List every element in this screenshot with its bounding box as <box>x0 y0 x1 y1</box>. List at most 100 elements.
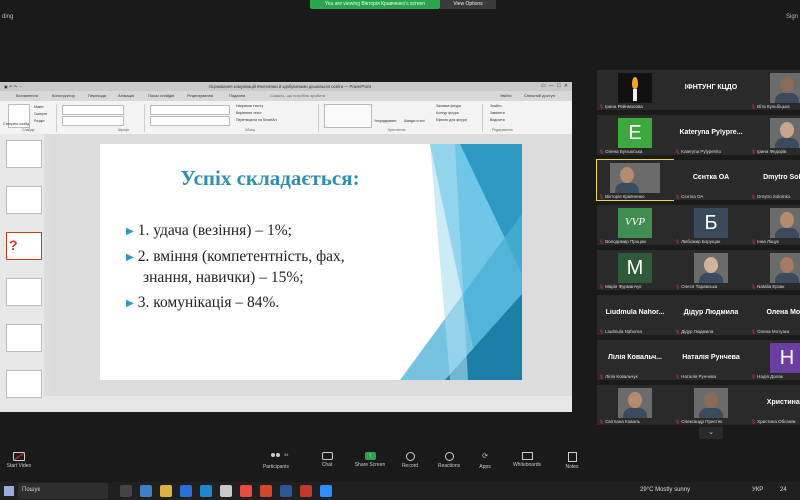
participant-tile[interactable]: Христина О 🎙Христина Обєзняк <box>749 385 800 425</box>
tab-view[interactable]: Подання <box>229 93 245 98</box>
view-options-button[interactable]: View Options <box>440 0 496 9</box>
align-text-button[interactable]: Вирівняти текст <box>236 111 262 115</box>
slide-thumbnail[interactable] <box>6 140 42 168</box>
participant-tile[interactable]: 🎙Олеся Таравська <box>673 250 749 290</box>
explorer-icon[interactable] <box>160 485 172 497</box>
participant-tile[interactable]: VVP 🎙Володимир Процюк <box>597 205 673 245</box>
quick-styles-button[interactable]: Швидкі стилі <box>404 119 424 123</box>
participant-tile[interactable]: 🎙Інна Ліщук <box>749 205 800 245</box>
replace-button[interactable]: Замінити <box>490 111 505 115</box>
participant-tile[interactable]: М 🎙Марія Фурманчук <box>597 250 673 290</box>
taskbar-search-box[interactable]: Пошук <box>18 483 108 499</box>
share-button[interactable]: Спільний доступ <box>524 93 555 98</box>
participant-tile[interactable]: Kateryna Pylypre... 🎙Kateryna Pylypenko <box>673 115 749 155</box>
participant-tile[interactable]: 🎙Ірина Рейнмзоова <box>597 70 673 110</box>
participant-tile[interactable]: 🎙Ірина Федорів <box>749 115 800 155</box>
participant-tile[interactable]: Dmytro Solom 🎙Dmytro Solomko <box>749 160 800 200</box>
slide-thumbnail[interactable] <box>6 186 42 214</box>
font-format-buttons[interactable] <box>62 116 124 126</box>
app-icon[interactable] <box>220 485 232 497</box>
sign-in-link[interactable]: Увійти <box>500 93 512 98</box>
participant-name-text: Ірина Рейнмзоова <box>605 104 643 109</box>
font-name-select[interactable] <box>62 105 124 115</box>
share-screen-button[interactable]: ↑ Share Screen <box>350 452 390 468</box>
participant-tile[interactable]: Liudmula Nahor... 🎙Liudmula Nahorna <box>597 295 673 335</box>
edge-icon[interactable] <box>180 485 192 497</box>
participant-tile[interactable]: ІФНТУНГ КЦДО <box>673 70 749 110</box>
store-icon[interactable] <box>200 485 212 497</box>
shape-effects-button[interactable]: Ефекти для фігури <box>436 118 467 122</box>
slide-thumbnail[interactable] <box>6 370 42 398</box>
shape-fill-button[interactable]: Заливка фігури <box>436 104 461 108</box>
slide-thumbnail[interactable]: ? <box>6 232 42 260</box>
app-icon[interactable] <box>300 485 312 497</box>
task-view-icon[interactable] <box>120 485 132 497</box>
ppt-window-title: Оцінювання комунікацій вчителями й здобу… <box>209 84 371 89</box>
shape-outline-button[interactable]: Контур фігури <box>436 111 459 115</box>
tab-animations[interactable]: Анімація <box>118 93 134 98</box>
tab-design[interactable]: Конструктор <box>52 93 75 98</box>
participants-button[interactable]: 34 Participants <box>258 452 294 470</box>
participant-tile[interactable]: Б 🎙Любомир Борущак <box>673 205 749 245</box>
slide-thumbnail[interactable] <box>6 278 42 306</box>
quick-access-icons[interactable]: ▣ ↶ ↷ ⋯ <box>4 82 23 91</box>
slide: Успіх складається: ▶ 1. удача (везіння) –… <box>100 144 522 380</box>
participant-tile[interactable]: 🎙Олександр Пристяк <box>673 385 749 425</box>
layout-button[interactable]: Макет <box>34 105 44 109</box>
language-indicator[interactable]: УКР <box>752 487 763 493</box>
participant-tile[interactable]: E 🎙Олена Бульюська <box>597 115 673 155</box>
slide-thumbnail[interactable] <box>6 324 42 352</box>
participant-tile[interactable]: Лілія Ковальч... 🎙Лілія Ковальчук <box>597 340 673 380</box>
text-direction-button[interactable]: Напрямок тексту <box>236 104 263 108</box>
ribbon: Створити слайд Макет Скинути Розділ Слай… <box>0 101 572 135</box>
slides-scrollbar[interactable] <box>44 134 52 396</box>
app-icon[interactable] <box>140 485 152 497</box>
participant-tile[interactable]: 🎙Світлана Коваль <box>597 385 673 425</box>
participant-tile[interactable]: 🎙Вікторія Кравченко <box>596 159 674 201</box>
weather-widget[interactable]: 29°C Mostly sunny <box>640 487 690 493</box>
smartart-button[interactable]: Перетворити на SmartArt <box>236 118 277 122</box>
tab-insert[interactable]: Вставлення <box>16 93 38 98</box>
section-button[interactable]: Розділ <box>34 119 44 123</box>
participant-name-display: ІФНТУНГ КЦДО <box>684 84 738 91</box>
reset-button[interactable]: Скинути <box>34 112 47 116</box>
clock[interactable]: 24 <box>780 487 787 493</box>
paragraph-align-buttons[interactable] <box>150 116 230 126</box>
paragraph-list-buttons[interactable] <box>150 105 230 115</box>
word-icon[interactable] <box>280 485 292 497</box>
select-button[interactable]: Виділити <box>490 118 505 122</box>
paragraph-group-label: Абзац <box>245 128 255 132</box>
participant-tile[interactable]: Н 🎙Надія Далак <box>749 340 800 380</box>
participant-tile[interactable]: Сєнтка ОА 🎙Сєнтка ОА <box>673 160 749 200</box>
chrome-icon[interactable] <box>240 485 252 497</box>
participant-tile[interactable]: Наталія Рунчева 🎙Наталія Рунчева <box>673 340 749 380</box>
find-button[interactable]: Знайти <box>490 104 502 108</box>
participant-tile[interactable]: 🎙Natalia Ерзак <box>749 250 800 290</box>
participant-name-text: Dmytro Solomko <box>757 194 791 199</box>
gallery-next-button[interactable]: ⌄ <box>699 427 723 439</box>
slide-title: Успіх складається: <box>180 166 360 190</box>
notes-button[interactable]: Notes <box>560 452 584 470</box>
participant-photo <box>770 253 800 283</box>
participant-tile[interactable]: 🎙Віта Кульбіцька <box>749 70 800 110</box>
participant-tile[interactable]: Олена Моту 🎙Олена Мотузка <box>749 295 800 335</box>
windows-start-icon[interactable] <box>4 486 14 496</box>
participant-name-label: 🎙Вікторія Кравченко <box>599 194 671 199</box>
reactions-button[interactable]: Reactions <box>434 452 464 469</box>
participant-tile[interactable]: Дідур Людмила 🎙Дідур Людмила <box>673 295 749 335</box>
tell-me-box[interactable]: Скажіть, що потрібно зробити <box>270 93 325 98</box>
record-button[interactable]: Record <box>398 452 422 469</box>
tab-review[interactable]: Рецензування <box>187 93 213 98</box>
shapes-gallery[interactable] <box>324 104 372 128</box>
zoom-taskbar-icon[interactable] <box>320 485 332 497</box>
arrange-button[interactable]: Упорядкувати <box>374 119 396 123</box>
apps-button[interactable]: ⟳ Apps <box>474 452 496 470</box>
whiteboards-button[interactable]: Whiteboards <box>506 452 548 468</box>
chat-button[interactable]: Chat <box>316 452 338 468</box>
tab-transitions[interactable]: Переходи <box>88 93 106 98</box>
window-controls[interactable]: ▭ — ☐ ✕ <box>541 82 568 91</box>
start-video-button[interactable]: Start Video <box>4 452 34 469</box>
muted-mic-icon: 🎙 <box>599 149 605 154</box>
tab-slideshow[interactable]: Показ слайдів <box>148 93 174 98</box>
powerpoint-taskbar-icon[interactable] <box>260 485 272 497</box>
